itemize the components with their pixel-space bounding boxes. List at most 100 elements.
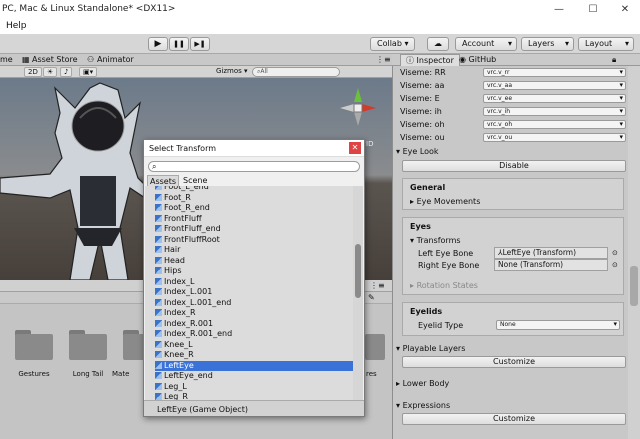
transform-icon: [155, 214, 162, 222]
transforms-foldout[interactable]: ▾ Transforms: [410, 236, 461, 245]
play-button[interactable]: ▶: [148, 37, 168, 51]
viseme-dropdown[interactable]: vrc.v_oh: [483, 120, 626, 129]
menu-bar: Help: [0, 20, 640, 34]
gizmos-dropdown[interactable]: Gizmos ▾: [216, 67, 248, 75]
tab-inspector[interactable]: ⓘ Inspector: [400, 54, 460, 66]
menu-help[interactable]: Help: [6, 21, 27, 31]
dialog-search-input[interactable]: ⌕: [148, 161, 360, 172]
transform-icon: [155, 319, 162, 327]
pause-button[interactable]: ❚❚: [169, 37, 189, 51]
right-eye-bone-field[interactable]: None (Transform): [494, 259, 608, 271]
tab-assets[interactable]: Assets: [147, 175, 180, 186]
list-item[interactable]: Head: [155, 256, 353, 267]
folder-icon[interactable]: [15, 330, 53, 360]
lighting-icon[interactable]: ☀: [43, 67, 58, 77]
tab-scene-objects[interactable]: Scene: [181, 175, 209, 186]
list-item[interactable]: Leg_L: [155, 382, 353, 393]
folder-label: Mate: [112, 370, 130, 378]
left-eye-bone-field[interactable]: ⅄LeftEye (Transform): [494, 247, 608, 259]
viseme-dropdown[interactable]: vrc.v_rr: [483, 68, 626, 77]
expressions-foldout[interactable]: ▾ Expressions: [396, 400, 450, 412]
disable-button[interactable]: Disable: [402, 160, 626, 172]
cloud-icon[interactable]: ☁: [427, 37, 449, 51]
list-item-label: Head: [164, 255, 185, 265]
tab-scene[interactable]: me: [0, 55, 13, 64]
eye-movements-label: Eye Movements: [416, 197, 481, 206]
transform-icon: [155, 267, 162, 274]
layout-dropdown[interactable]: Layout ▾: [578, 37, 634, 51]
list-item[interactable]: Foot_R_end: [155, 203, 353, 214]
list-item[interactable]: LeftEye: [155, 360, 353, 371]
list-item[interactable]: Foot_R: [155, 193, 353, 204]
customize-button[interactable]: Customize: [402, 356, 626, 368]
eye-look-foldout[interactable]: ▾ Eye Look: [396, 146, 439, 158]
list-item[interactable]: Index_R.001: [155, 319, 353, 330]
transform-icon: [155, 372, 162, 379]
list-item[interactable]: Leg_R: [155, 392, 353, 400]
folder-icon[interactable]: [365, 330, 385, 360]
scene-gizmo[interactable]: [338, 86, 378, 128]
viseme-dropdown[interactable]: vrc.v_aa: [483, 81, 626, 90]
eye-movements-foldout[interactable]: ▸ Eye Movements: [410, 197, 480, 206]
close-icon[interactable]: ✕: [349, 142, 361, 154]
audio-icon[interactable]: ♪: [60, 67, 73, 77]
list-item[interactable]: Index_L.001: [155, 287, 353, 298]
list-item[interactable]: Hair: [155, 245, 353, 256]
list-item[interactable]: Hips: [155, 266, 353, 277]
panel-menu-icon[interactable]: ⋮≡: [370, 281, 385, 290]
object-picker-icon[interactable]: ⊙: [612, 261, 618, 269]
selected-object-label: LeftEye (Game Object): [157, 405, 248, 414]
folder-icon[interactable]: [69, 330, 107, 360]
lock-icon[interactable]: 🔒︎: [612, 55, 616, 65]
viseme-dropdown[interactable]: vrc.v_ou: [483, 133, 626, 142]
list-scrollbar-thumb[interactable]: [355, 244, 361, 298]
maximize-button[interactable]: ☐: [576, 0, 610, 20]
eyelid-type-dropdown[interactable]: None: [496, 320, 620, 330]
tab-asset-store[interactable]: Asset Store: [32, 55, 78, 64]
list-item[interactable]: Index_R: [155, 308, 353, 319]
tab-animator[interactable]: Animator: [97, 55, 134, 64]
collab-button[interactable]: Collab ▾: [370, 37, 416, 51]
tab-github[interactable]: ◉ GitHub: [454, 54, 501, 66]
close-window-button[interactable]: ✕: [610, 0, 640, 20]
layers-dropdown[interactable]: Layers ▾: [521, 37, 574, 51]
inspector-scrollbar[interactable]: [628, 66, 640, 439]
list-item-label: Foot_R_end: [164, 203, 210, 212]
object-picker-icon[interactable]: ⊙: [612, 249, 618, 257]
rotation-states-foldout[interactable]: ▸ Rotation States: [410, 281, 478, 290]
list-item[interactable]: LeftEye_end: [155, 371, 353, 382]
list-scrollbar[interactable]: [353, 186, 363, 400]
info-icon: ⓘ: [406, 56, 417, 65]
transform-icon: [155, 288, 162, 295]
2d-toggle[interactable]: 2D: [24, 67, 42, 77]
folder-icon[interactable]: [123, 330, 145, 360]
list-item[interactable]: Knee_R: [155, 350, 353, 361]
viseme-dropdown[interactable]: vrc.v_ee: [483, 94, 626, 103]
transform-icon: [155, 246, 162, 253]
viseme-dropdown[interactable]: vrc.v_ih: [483, 107, 626, 116]
effects-icon[interactable]: ▣▾: [79, 67, 98, 77]
scrollbar-thumb[interactable]: [630, 266, 638, 306]
list-item[interactable]: Index_L: [155, 277, 353, 288]
list-item[interactable]: FrontFluff_end: [155, 224, 353, 235]
list-item[interactable]: FrontFluff: [155, 214, 353, 225]
list-item[interactable]: Index_R.001_end: [155, 329, 353, 340]
left-eye-bone-value: LeftEye (Transform): [502, 248, 577, 257]
transform-list[interactable]: Foot_L_end Foot_R Foot_R_end FrontFluff Fron…: [145, 186, 363, 400]
list-item[interactable]: Index_L.001_end: [155, 298, 353, 309]
list-item[interactable]: FrontFluffRoot: [155, 235, 353, 246]
account-dropdown[interactable]: Account ▾: [455, 37, 517, 51]
step-button[interactable]: ▶❚: [190, 37, 210, 51]
tab-github-label: GitHub: [468, 55, 497, 64]
customize-button[interactable]: Customize: [402, 413, 626, 425]
eye-look-label: Eye Look: [402, 147, 439, 156]
minimize-button[interactable]: —: [542, 0, 576, 20]
playable-layers-foldout[interactable]: ▾ Playable Layers: [396, 343, 465, 355]
tab-menu-icon[interactable]: ⋮≡: [376, 55, 391, 64]
transform-icon: [155, 309, 162, 316]
list-item[interactable]: Knee_L: [155, 340, 353, 351]
lower-body-foldout[interactable]: ▸ Lower Body: [396, 378, 449, 390]
scene-search-input[interactable]: ⌕All: [252, 67, 340, 77]
viseme-label: Viseme: E: [400, 94, 440, 103]
star-icon[interactable]: ✎: [368, 293, 375, 302]
